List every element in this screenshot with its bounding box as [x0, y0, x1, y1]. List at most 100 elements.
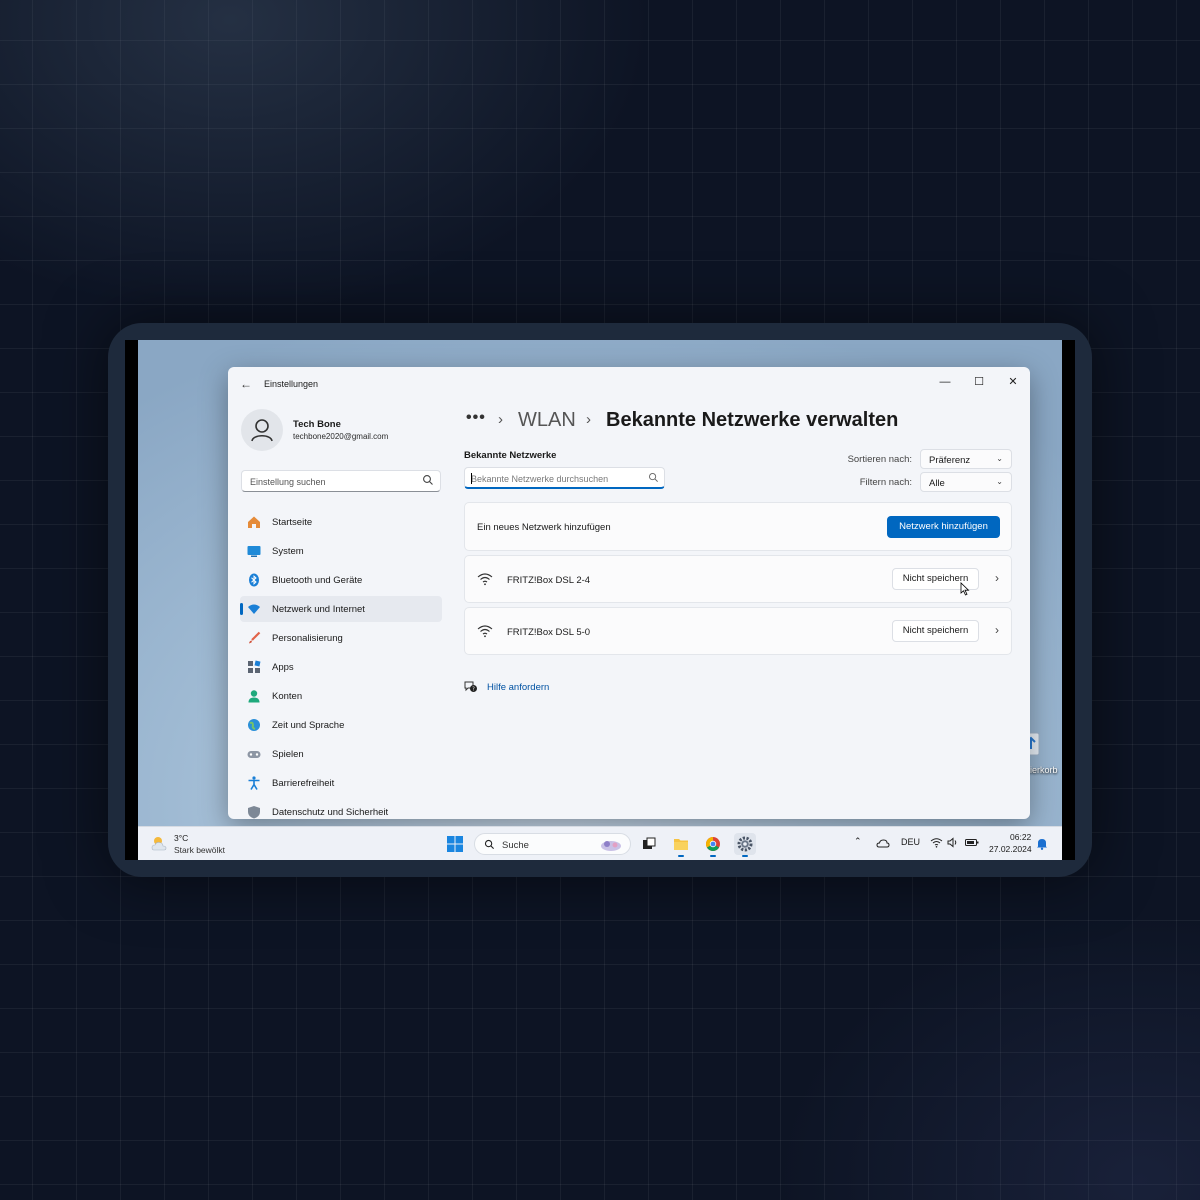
back-arrow-icon[interactable]: ←: [240, 377, 252, 391]
sidebar-item-startseite[interactable]: Startseite: [240, 509, 442, 535]
home-icon: [248, 516, 260, 528]
search-icon: [484, 839, 495, 850]
gamepad-icon: [247, 751, 261, 758]
start-button[interactable]: [446, 835, 464, 853]
sidebar-item-label: System: [272, 546, 304, 557]
clock-date[interactable]: 27.02.2024: [989, 844, 1032, 854]
filter-dropdown[interactable]: Alle ⌄: [920, 472, 1012, 492]
clock-time[interactable]: 06:22: [1010, 832, 1031, 842]
sidebar-item-barrierefreiheit[interactable]: Barrierefreiheit: [240, 770, 442, 796]
settings-search-input[interactable]: Einstellung suchen: [241, 470, 441, 492]
minimize-button[interactable]: —: [930, 371, 960, 393]
settings-search-placeholder: Einstellung suchen: [250, 477, 326, 487]
chevron-down-icon: ⌄: [996, 477, 1003, 486]
sidebar-item-label: Bluetooth und Geräte: [272, 575, 363, 586]
chevron-right-icon[interactable]: ›: [995, 623, 999, 637]
chrome-button[interactable]: [702, 833, 724, 857]
close-button[interactable]: ✕: [998, 371, 1028, 393]
text-caret: [471, 473, 472, 484]
onedrive-icon[interactable]: [876, 838, 890, 848]
help-link[interactable]: Hilfe anfordern: [487, 682, 549, 693]
network-row[interactable]: FRITZ!Box DSL 5-0 Nicht speichern ›: [464, 607, 1012, 655]
settings-window: ← Einstellungen — ☐ ✕ Tech Bone techbone…: [228, 367, 1030, 819]
chevron-up-icon[interactable]: ⌃: [854, 836, 862, 847]
file-explorer-button[interactable]: [670, 833, 692, 857]
sidebar-item-label: Konten: [272, 691, 303, 702]
sidebar-item-datenschutz[interactable]: Datenschutz und Sicherheit: [240, 799, 442, 819]
sidebar-item-label: Barrierefreiheit: [272, 778, 335, 789]
known-networks-search-input[interactable]: [464, 467, 665, 489]
notification-bell-icon[interactable]: [1036, 837, 1048, 850]
brush-icon: [249, 631, 261, 644]
sidebar-item-label: Datenschutz und Sicherheit: [272, 807, 389, 818]
running-indicator: [710, 855, 716, 857]
wifi-icon: [477, 573, 493, 586]
person-icon: [251, 419, 273, 442]
add-network-button[interactable]: Netzwerk hinzufügen: [887, 516, 1000, 538]
search-icon: [423, 475, 433, 485]
folder-icon: [674, 839, 688, 850]
taskbar-search[interactable]: Suche: [474, 833, 631, 855]
network-row[interactable]: FRITZ!Box DSL 2-4 Nicht speichern ›: [464, 555, 1012, 603]
sidebar-item-label: Personalisierung: [272, 633, 343, 644]
sidebar-item-apps[interactable]: Apps: [240, 654, 442, 680]
taskbar: 3°C Stark bewölkt Suche ⌃ DEU 06:22 27.0…: [138, 826, 1062, 860]
breadcrumb-wlan-link[interactable]: WLAN: [518, 409, 576, 432]
forget-network-button[interactable]: Nicht speichern: [892, 620, 979, 642]
search-icon: [649, 473, 658, 482]
chevron-right-icon[interactable]: ›: [995, 571, 999, 585]
sort-dropdown[interactable]: Präferenz ⌄: [920, 449, 1012, 469]
wifi-icon[interactable]: [930, 837, 943, 848]
sidebar-item-spielen[interactable]: Spielen: [240, 741, 442, 767]
chevron-down-icon: ⌄: [996, 454, 1003, 463]
sidebar-item-personalisierung[interactable]: Personalisierung: [240, 625, 442, 651]
bluetooth-icon: [249, 573, 259, 587]
sidebar-item-system[interactable]: System: [240, 538, 442, 564]
known-networks-label: Bekannte Netzwerke: [464, 450, 557, 461]
chrome-icon: [706, 837, 720, 851]
battery-icon[interactable]: [965, 838, 979, 847]
sidebar-item-zeit-sprache[interactable]: Zeit und Sprache: [240, 712, 442, 738]
sidebar-item-bluetooth[interactable]: Bluetooth und Geräte: [240, 567, 442, 593]
maximize-button[interactable]: ☐: [964, 371, 994, 393]
title-bar: ← Einstellungen — ☐ ✕: [228, 367, 1030, 399]
account-icon: [248, 690, 260, 703]
search-highlight-icon: [601, 841, 621, 851]
language-indicator[interactable]: DEU: [901, 837, 920, 847]
desktop: Papierkorb ← Einstellungen — ☐ ✕ Tech Bo…: [138, 340, 1062, 860]
filter-label: Filtern nach:: [859, 477, 912, 488]
network-name: FRITZ!Box DSL 5-0: [507, 627, 591, 638]
network-name: FRITZ!Box DSL 2-4: [507, 575, 591, 586]
sidebar-item-netzwerk[interactable]: Netzwerk und Internet: [240, 596, 442, 622]
cloudy-weather-icon[interactable]: [150, 835, 170, 853]
accessibility-icon: [248, 776, 260, 790]
add-network-card: Ein neues Netzwerk hinzufügen Netzwerk h…: [464, 502, 1012, 551]
sidebar-item-label: Spielen: [272, 749, 304, 760]
running-indicator: [678, 855, 684, 857]
globe-icon: [248, 719, 260, 731]
task-view-button[interactable]: [638, 833, 660, 855]
active-indicator: [240, 603, 243, 615]
svg-text:?: ?: [472, 686, 475, 692]
profile-email: techbone2020@gmail.com: [293, 432, 389, 441]
sidebar-item-konten[interactable]: Konten: [240, 683, 442, 709]
window-title: Einstellungen: [264, 379, 319, 389]
sidebar-item-label: Zeit und Sprache: [272, 720, 345, 731]
wifi-icon: [477, 625, 493, 638]
add-network-text: Ein neues Netzwerk hinzufügen: [477, 522, 611, 533]
apps-icon: [248, 660, 261, 673]
breadcrumb-more-button[interactable]: •••: [466, 409, 486, 427]
mouse-cursor-icon: [960, 582, 970, 596]
gear-icon: [737, 836, 753, 852]
chevron-right-icon: ›: [586, 411, 591, 428]
avatar[interactable]: [241, 409, 283, 451]
profile-name: Tech Bone: [293, 419, 341, 430]
chevron-right-icon: ›: [498, 411, 503, 428]
shield-icon: [248, 806, 260, 819]
weather-temperature: 3°C: [174, 833, 189, 843]
task-view-icon: [643, 837, 656, 849]
settings-taskbar-button[interactable]: [734, 833, 756, 857]
weather-condition: Stark bewölkt: [174, 845, 226, 855]
known-networks-search-field[interactable]: [471, 472, 641, 486]
volume-icon[interactable]: [947, 837, 959, 848]
